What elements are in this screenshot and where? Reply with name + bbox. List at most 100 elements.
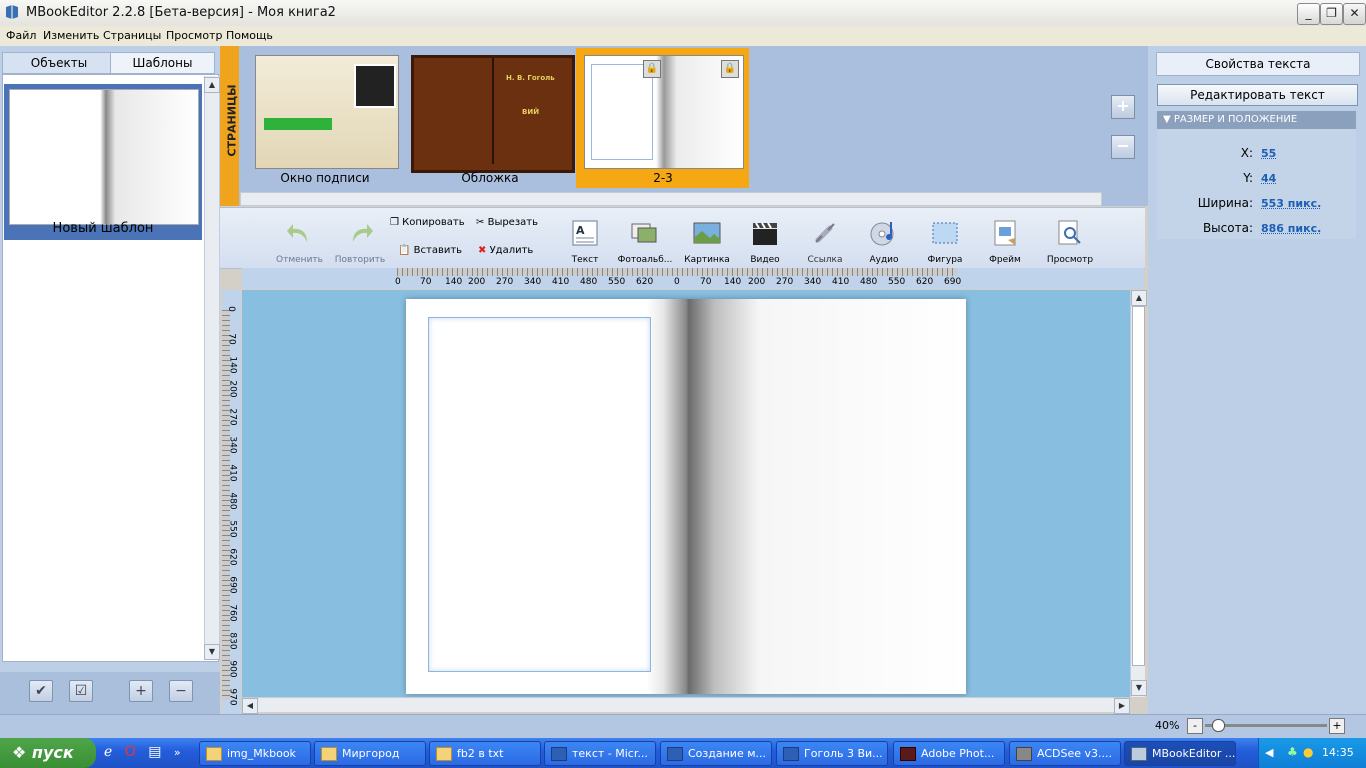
tool-frame[interactable]: Фрейм: [985, 218, 1025, 265]
page-thumb-signature[interactable]: [255, 55, 399, 169]
v-tick: 970: [227, 688, 238, 706]
zoom-slider-thumb[interactable]: [1212, 719, 1225, 732]
tool-photo-album[interactable]: Фотоальб...: [615, 218, 675, 265]
remove-page-icon[interactable]: −: [1111, 135, 1135, 159]
tray-network-icon[interactable]: ♣: [1287, 745, 1298, 759]
add-page-icon[interactable]: +: [1111, 95, 1135, 119]
h-tick: 480: [580, 277, 598, 287]
add-icon[interactable]: +: [129, 680, 153, 702]
menu-view[interactable]: Просмотр: [166, 29, 222, 42]
cover-title: ВИЙ: [522, 108, 540, 116]
prop-x-value[interactable]: 55: [1261, 147, 1276, 160]
menu-edit[interactable]: Изменить: [43, 29, 99, 42]
opera-icon[interactable]: O: [125, 744, 136, 760]
scroll-down-icon[interactable]: ▼: [204, 644, 220, 660]
audio-disc-icon: [870, 222, 894, 246]
scroll-down-icon[interactable]: ▼: [1131, 680, 1147, 696]
v-tick: 410: [227, 464, 238, 482]
tool-link[interactable]: Ссылка: [804, 218, 846, 265]
selected-text-frame[interactable]: [428, 317, 651, 672]
tool-shape[interactable]: Фигура: [924, 218, 966, 265]
signature-check-badge: [264, 118, 332, 130]
cover-author: Н. В. Гоголь: [506, 74, 555, 82]
v-tick: 270: [227, 408, 238, 426]
tool-video[interactable]: Видео: [745, 218, 785, 265]
delete-x-icon: ✖: [478, 245, 487, 256]
cut-button[interactable]: ✂ Вырезать: [476, 217, 538, 228]
menu-pages[interactable]: Страницы: [103, 29, 161, 42]
book-icon[interactable]: ▤: [148, 744, 161, 760]
scroll-thumb[interactable]: [1132, 306, 1145, 666]
scroll-right-icon[interactable]: ▶: [1114, 698, 1130, 714]
remove-icon[interactable]: −: [169, 680, 193, 702]
page-frame-preview: [591, 64, 653, 160]
h-tick: 70: [420, 277, 432, 287]
triangle-down-icon: ▼: [1163, 114, 1171, 125]
zoom-in-button[interactable]: +: [1329, 718, 1345, 734]
lock-icon[interactable]: 🔒: [643, 60, 661, 78]
undo-button[interactable]: Отменить: [272, 218, 327, 265]
tray-chevron-icon[interactable]: ◀: [1265, 746, 1273, 759]
edit-check-icon[interactable]: ☑: [69, 680, 93, 702]
tab-objects[interactable]: Объекты: [2, 52, 116, 74]
ie-icon[interactable]: ℯ: [104, 744, 112, 760]
pages-scrollbar[interactable]: [240, 192, 1102, 206]
svg-text:A: A: [576, 224, 585, 237]
v-tick: 620: [227, 548, 238, 566]
clapperboard-icon: [753, 222, 777, 245]
h-tick: 620: [916, 277, 934, 287]
task-photoshop[interactable]: Adobe Phot...: [893, 741, 1005, 766]
page-thumb-cover[interactable]: Н. В. Гоголь ВИЙ: [411, 55, 575, 173]
copy-button[interactable]: ❐ Копировать: [390, 217, 465, 228]
chevron-double-right-icon[interactable]: »: [174, 746, 181, 759]
edit-text-button[interactable]: Редактировать текст: [1157, 84, 1358, 106]
windows-flag-icon: ❖: [12, 743, 27, 762]
prop-y-value[interactable]: 44: [1261, 172, 1276, 185]
zoom-out-button[interactable]: -: [1187, 718, 1203, 734]
canvas-vertical-scrollbar[interactable]: ▲ ▼: [1130, 290, 1147, 697]
apply-icon[interactable]: ✔: [29, 680, 53, 702]
delete-button[interactable]: ✖ Удалить: [478, 245, 533, 256]
task-fb2-txt[interactable]: fb2 в txt: [429, 741, 541, 766]
v-tick: 200: [227, 380, 238, 398]
task-mirgorod[interactable]: Миргород: [314, 741, 426, 766]
page-thumb-2-3[interactable]: 🔒 🔒: [584, 55, 744, 169]
minimize-button[interactable]: _: [1297, 3, 1320, 25]
redo-button[interactable]: Повторить: [331, 218, 389, 265]
left-scrollbar[interactable]: [204, 76, 219, 660]
h-tick: 70: [700, 277, 712, 287]
h-tick: 140: [445, 277, 463, 287]
start-button[interactable]: ❖ пуск: [0, 738, 96, 768]
paste-button[interactable]: 📋 Вставить: [398, 245, 462, 256]
prop-y-label: Y:: [1243, 171, 1253, 185]
prop-width-value[interactable]: 553 пикс.: [1261, 197, 1321, 210]
tab-text-properties[interactable]: Свойства текста: [1156, 52, 1360, 76]
canvas-horizontal-scrollbar[interactable]: ◀ ▶: [242, 697, 1130, 714]
word-icon: [783, 747, 799, 761]
scroll-up-icon[interactable]: ▲: [204, 77, 220, 93]
menu-help[interactable]: Помощь: [226, 29, 273, 42]
task-word-text[interactable]: текст - Micr...: [544, 741, 656, 766]
size-position-section[interactable]: ▼ РАЗМЕР И ПОЛОЖЕНИЕ: [1157, 111, 1356, 129]
scroll-left-icon[interactable]: ◀: [242, 698, 258, 714]
prop-height-value[interactable]: 886 пикс.: [1261, 222, 1321, 235]
task-img-mkbook[interactable]: img_Mkbook: [199, 741, 311, 766]
task-mbookeditor[interactable]: MBookEditor ...: [1124, 741, 1236, 766]
tool-text[interactable]: A Текст: [565, 218, 605, 265]
h-tick: 270: [776, 277, 794, 287]
tool-picture[interactable]: Картинка: [682, 218, 732, 265]
lock-icon[interactable]: 🔒: [721, 60, 739, 78]
tool-preview[interactable]: Просмотр: [1043, 218, 1097, 265]
task-word-create[interactable]: Создание м...: [660, 741, 772, 766]
menu-file[interactable]: Файл: [6, 29, 36, 42]
task-acdsee[interactable]: ACDSee v3....: [1009, 741, 1121, 766]
task-word-gogol[interactable]: Гоголь 3 Ви...: [776, 741, 888, 766]
close-button[interactable]: ✕: [1343, 3, 1366, 25]
tab-templates[interactable]: Шаблоны: [110, 52, 215, 74]
maximize-button[interactable]: ❐: [1320, 3, 1343, 25]
tray-app-icon[interactable]: ●: [1303, 745, 1313, 759]
v-tick: 900: [227, 660, 238, 678]
v-tick: 0: [225, 306, 236, 312]
scroll-up-icon[interactable]: ▲: [1131, 290, 1147, 306]
tool-audio[interactable]: Аудио: [864, 218, 904, 265]
